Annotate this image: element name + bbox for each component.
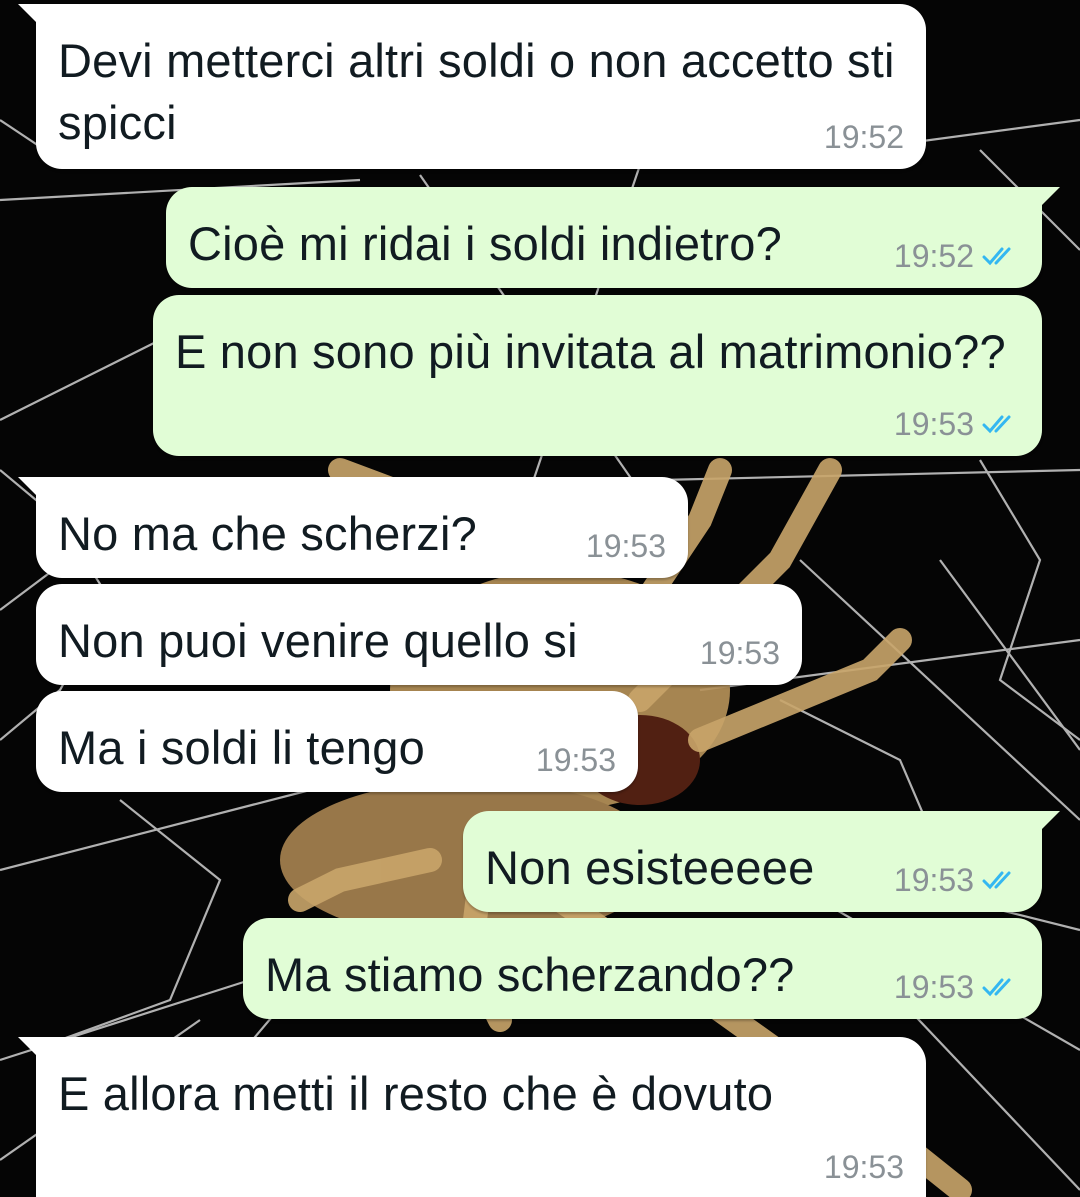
message-meta: 19:53 [586,530,666,562]
incoming-message-bubble[interactable]: E allora metti il resto che è dovuto 19:… [18,1037,926,1197]
incoming-message-bubble[interactable]: No ma che scherzi? 19:53 [18,477,688,578]
message-time: 19:53 [893,969,974,1005]
outgoing-message-bubble[interactable]: E non sono più invitata al matrimonio?? … [153,295,1042,456]
outgoing-message-bubble[interactable]: Non esisteeeee 19:53 [463,811,1060,912]
double-check-icon [982,247,1011,266]
double-check-icon [982,871,1011,890]
message-meta: 19:52 [824,121,904,153]
outgoing-message-bubble[interactable]: Cioè mi ridai i soldi indietro? 19:52 [166,187,1060,288]
double-check-icon [982,415,1011,434]
message-text: No ma che scherzi? [58,507,477,560]
message-time: 19:53 [823,1149,904,1185]
message-meta: 19:53 [894,864,1020,896]
double-check-icon [982,978,1011,997]
message-text: E non sono più invitata al matrimonio?? [175,325,1006,378]
message-time: 19:53 [893,862,974,898]
message-text: Devi metterci altri soldi o non accetto … [58,34,895,149]
incoming-message-bubble[interactable]: Non puoi venire quello si 19:53 [36,584,802,685]
message-time: 19:53 [535,742,616,778]
incoming-message-bubble[interactable]: Ma i soldi li tengo 19:53 [36,691,638,792]
message-text: E allora metti il resto che è dovuto [58,1067,774,1120]
message-meta: 19:52 [894,240,1020,272]
message-time: 19:52 [823,119,904,155]
message-time: 19:52 [893,238,974,274]
message-meta: 19:53 [894,971,1020,1003]
incoming-message-bubble[interactable]: Devi metterci altri soldi o non accetto … [18,4,926,169]
message-text: Ma i soldi li tengo [58,721,425,774]
message-meta: 19:53 [700,637,780,669]
message-meta: 19:53 [894,408,1020,440]
outgoing-message-bubble[interactable]: Ma stiamo scherzando?? 19:53 [243,918,1042,1019]
message-meta: 19:53 [536,744,616,776]
message-meta: 19:53 [824,1151,904,1183]
message-text: Non puoi venire quello si [58,614,578,667]
message-time: 19:53 [893,406,974,442]
message-time: 19:53 [585,528,666,564]
message-time: 19:53 [699,635,780,671]
